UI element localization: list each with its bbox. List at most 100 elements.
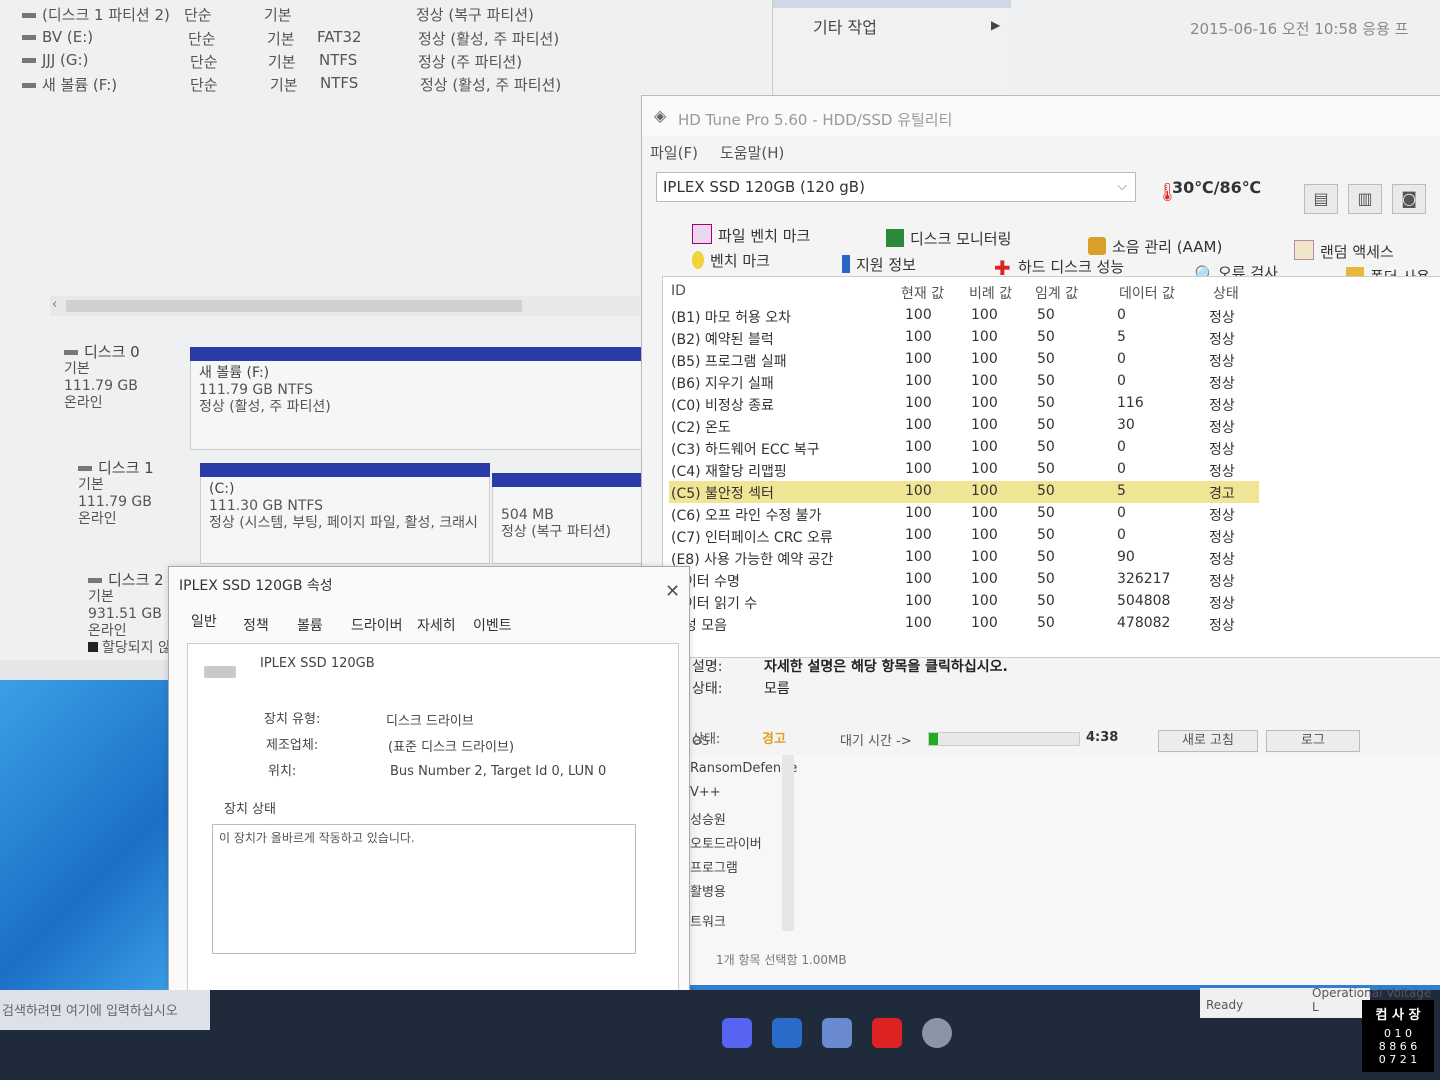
smart-row[interactable]: (C0) 비정상 종료 100 100 50 116 정상 [669, 393, 1259, 415]
properties-dialog: IPLEX SSD 120GB 속성 ✕ 일반 정책 볼륨 드라이버 자세히 이… [168, 566, 690, 1038]
tab-details[interactable]: 자세히 [417, 615, 456, 635]
smart-cell-worst: 100 [971, 461, 998, 477]
smart-cell-worst: 100 [971, 483, 998, 499]
scrollbar-thumb[interactable] [66, 300, 522, 312]
description-label: 설명: [692, 659, 723, 675]
smart-row[interactable]: (E8) 사용 가능한 예약 공간 100 100 50 90 정상 [669, 547, 1259, 569]
smart-cell-id: (C3) 하드웨어 ECC 복구 [671, 442, 820, 458]
smart-cell-status: 정상 [1209, 574, 1235, 590]
taskbar-search[interactable]: 검색하려면 여기에 입력하십시오 [0, 990, 210, 1030]
device-name: IPLEX SSD 120GB [260, 656, 375, 671]
col-header-worst[interactable]: 비례 값 [969, 283, 1012, 303]
discord-icon[interactable] [722, 1018, 752, 1048]
smart-row[interactable]: (B2) 예약된 블럭 100 100 50 5 정상 [669, 327, 1259, 349]
tab-benchmark[interactable]: 벤치 마크 [692, 250, 770, 271]
col-header-threshold[interactable]: 임계 값 [1035, 283, 1078, 303]
nav-item[interactable]: 성승원 [690, 809, 726, 828]
device-status-textbox[interactable]: 이 장치가 올바르게 작동하고 있습니다. [212, 824, 636, 954]
smart-cell-cur: 100 [905, 527, 932, 543]
window-title: HD Tune Pro 5.60 - HDD/SSD 유틸리티 [678, 111, 953, 129]
smart-cell-data: 0 [1117, 505, 1126, 521]
partition-f[interactable]: 새 볼륨 (F:) 111.79 GB NTFS 정상 (활성, 주 파티션) [190, 347, 642, 450]
volume-type: 기본 [267, 30, 295, 48]
partition-c[interactable]: (C:) 111.30 GB NTFS 정상 (시스템, 부팅, 페이지 파일,… [200, 463, 490, 564]
smart-row[interactable]: (C7) 인터페이스 CRC 오류 100 100 50 0 정상 [669, 525, 1259, 547]
tab-policy[interactable]: 정책 [243, 615, 269, 635]
smart-row[interactable]: 데이터 수명 100 100 50 326217 정상 [669, 569, 1259, 591]
menu-file[interactable]: 파일(F) [650, 142, 698, 163]
smart-cell-cur: 100 [905, 461, 932, 477]
tab-info[interactable]: 지원 정보 [842, 254, 916, 275]
tab-events[interactable]: 이벤트 [473, 615, 512, 635]
disk-1-label[interactable]: 디스크 1 기본 111.79 GB 온라인 [78, 460, 154, 528]
stamp-line: 컴 사 장 [1375, 1008, 1421, 1023]
copy-screenshot-icon[interactable]: ▥ [1348, 184, 1382, 214]
smart-cell-cur: 100 [905, 329, 932, 345]
smart-row[interactable]: (C4) 재할당 리맵핑 100 100 50 0 정상 [669, 459, 1259, 481]
partition-bar [200, 463, 490, 477]
nav-item[interactable]: 프로그램 [690, 857, 738, 876]
tab-aam[interactable]: 소음 관리 (AAM) [1088, 236, 1222, 257]
partition-size: 111.79 GB NTFS [199, 382, 314, 398]
volume-layout: 단순 [190, 76, 218, 94]
app-icon[interactable] [772, 1018, 802, 1048]
nav-item[interactable]: 오토드라이버 [690, 833, 762, 852]
smart-row[interactable]: (C6) 오프 라인 수정 불가 100 100 50 0 정상 [669, 503, 1259, 525]
col-header-id[interactable]: ID [671, 283, 686, 299]
submenu-arrow-icon: ▶ [991, 18, 1001, 32]
tab-volumes[interactable]: 볼륨 [297, 615, 323, 635]
description-text: 자세한 설명은 해당 항목을 클릭하십시오. [764, 659, 1008, 675]
col-header-status[interactable]: 상태 [1213, 283, 1239, 303]
disk-0-label[interactable]: 디스크 0 기본 111.79 GB 온라인 [64, 344, 140, 412]
smart-row[interactable]: 속성 모음 100 100 50 478082 정상 [669, 613, 1259, 635]
smart-cell-thr: 50 [1037, 307, 1055, 323]
nav-item[interactable]: V++ [690, 785, 721, 800]
smart-row[interactable]: (B6) 지우기 실패 100 100 50 0 정상 [669, 371, 1259, 393]
tab-driver[interactable]: 드라이버 [351, 615, 403, 635]
col-header-current[interactable]: 현재 값 [901, 283, 944, 303]
smart-cell-worst: 100 [971, 505, 998, 521]
nav-scrollbar[interactable] [782, 755, 794, 931]
close-icon[interactable]: ✕ [665, 581, 680, 602]
smart-row[interactable]: (B1) 마모 허용 오차 100 100 50 0 정상 [669, 305, 1259, 327]
smart-row[interactable]: (C2) 온도 100 100 50 30 정상 [669, 415, 1259, 437]
nav-item-os[interactable]: OS [692, 734, 709, 748]
smart-row[interactable]: (C3) 하드웨어 ECC 복구 100 100 50 0 정상 [669, 437, 1259, 459]
search-placeholder: 검색하려면 여기에 입력하십시오 [2, 1004, 178, 1019]
smart-cell-data: 5 [1117, 483, 1126, 499]
tab-file-benchmark[interactable]: 파일 벤치 마크 [692, 224, 810, 246]
tab-random-access[interactable]: 랜덤 액세스 [1294, 240, 1394, 262]
menu-item-more-actions[interactable]: 기타 작업 [813, 14, 877, 38]
smart-cell-status: 정상 [1209, 442, 1235, 458]
copy-info-icon[interactable]: ▤ [1304, 184, 1338, 214]
smart-cell-cur: 100 [905, 439, 932, 455]
smart-cell-id: (C5) 불안정 섹터 [671, 486, 774, 502]
smart-row[interactable]: (B5) 프로그램 실패 100 100 50 0 정상 [669, 349, 1259, 371]
partition-status: 정상 (활성, 주 파티션) [199, 399, 331, 415]
hdtune-taskbar-icon[interactable] [872, 1018, 902, 1048]
tab-label: 디스크 모니터링 [910, 230, 1012, 248]
refresh-button[interactable]: 새로 고침 [1158, 730, 1258, 752]
camera-icon[interactable]: ◙ [1392, 184, 1426, 214]
smart-row[interactable]: (C5) 불안정 섹터 100 100 50 5 경고 [669, 481, 1259, 503]
disk-2-label[interactable]: 디스크 2 기본 931.51 GB 온라인 할당되지 않 [88, 572, 171, 657]
nav-item[interactable]: 활병용 [690, 881, 726, 900]
smart-row[interactable]: 데이터 읽기 수 100 100 50 504808 정상 [669, 591, 1259, 613]
partition-recovery[interactable]: 504 MB 정상 (복구 파티션) [492, 473, 642, 564]
log-button[interactable]: 로그 [1266, 730, 1360, 752]
device-type-value: 디스크 드라이브 [386, 714, 474, 729]
horizontal-scrollbar[interactable]: ‹ [50, 296, 640, 316]
tab-health[interactable]: ✚ 하드 디스크 성능 [994, 256, 1124, 278]
menu-help[interactable]: 도움말(H) [720, 142, 784, 163]
app-icon[interactable] [922, 1018, 952, 1048]
smart-cell-status: 정상 [1209, 618, 1235, 634]
scroll-left-icon[interactable]: ‹ [52, 297, 57, 312]
title-bar[interactable]: ◈ HD Tune Pro 5.60 - HDD/SSD 유틸리티 [642, 96, 1440, 136]
drive-select[interactable]: IPLEX SSD 120GB (120 gB) ⌵ [656, 172, 1136, 202]
col-header-data[interactable]: 데이터 값 [1119, 283, 1175, 303]
tab-general[interactable]: 일반 [191, 611, 217, 631]
smart-cell-cur: 100 [905, 373, 932, 389]
nav-item[interactable]: 트워크 [690, 911, 726, 930]
tab-disk-monitor[interactable]: 디스크 모니터링 [886, 228, 1011, 249]
app-icon[interactable] [822, 1018, 852, 1048]
